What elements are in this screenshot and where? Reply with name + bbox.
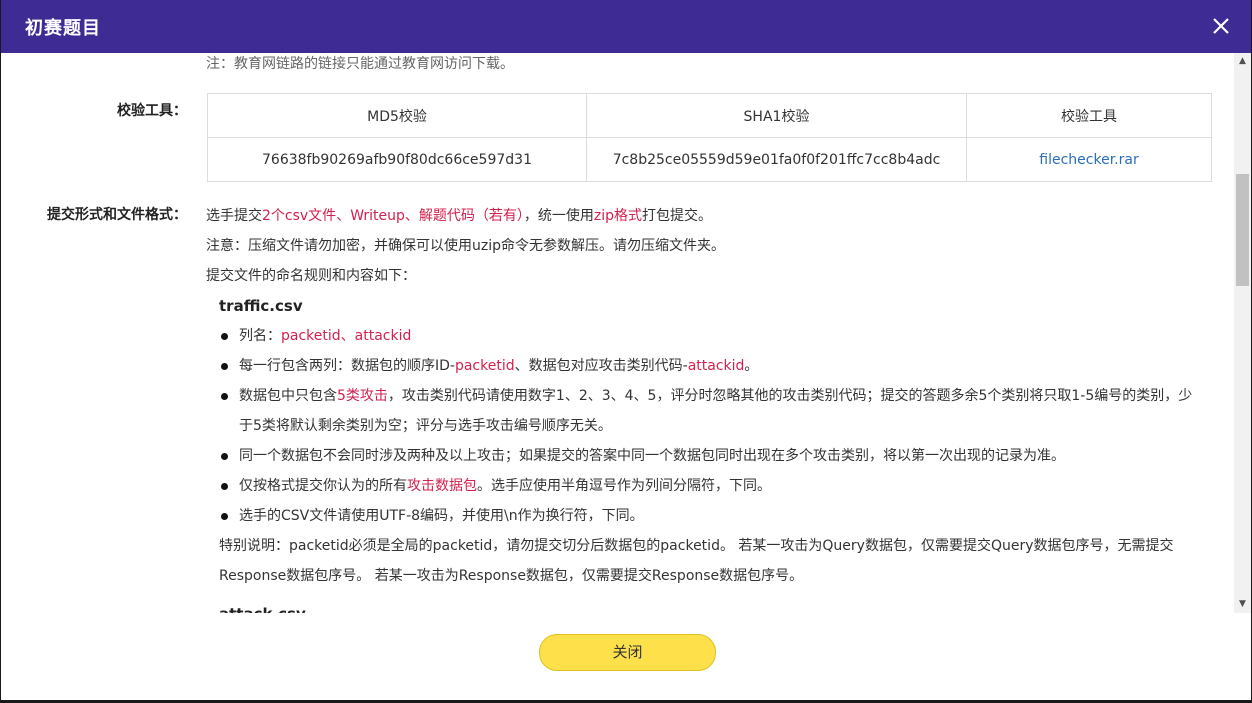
text: 仅按格式提交你认为的所有 xyxy=(239,478,407,494)
table-header-row: MD5校验 SHA1校验 校验工具 xyxy=(207,93,1212,138)
close-button[interactable]: 关闭 xyxy=(539,634,716,671)
text: 列名： xyxy=(239,328,281,344)
text: 打包提交。 xyxy=(642,208,713,224)
highlight-text: 解题代码（若有） xyxy=(418,208,524,224)
list-item: 每一行包含两列：数据包的顺序ID-packetid、数据包对应攻击类别代码-at… xyxy=(219,351,1196,381)
text: 。选手应使用半角逗号作为列间分隔符，下同。 xyxy=(477,478,771,494)
scroll-down-icon[interactable]: ▼ xyxy=(1234,596,1251,613)
list-item: 列名：packetid、attackid xyxy=(219,321,1196,351)
text: 选手提交 xyxy=(206,208,262,224)
filechecker-download-link[interactable]: filechecker.rar xyxy=(1039,152,1138,168)
text: 、数据包对应攻击类别代码- xyxy=(514,358,688,374)
vertical-scrollbar[interactable]: ▲ ▼ xyxy=(1234,53,1251,613)
submit-line-2: 注意：压缩文件请勿加密，并确保可以使用uzip命令无参数解压。请勿压缩文件夹。 xyxy=(206,238,725,254)
modal-body: 注：教育网链路的链接只能通过教育网访问下载。 校验工具： MD5校验 SHA1校… xyxy=(1,53,1234,613)
highlight-text: 2个csv文件 xyxy=(262,208,337,224)
md5-value: 76638fb90269afb90f80dc66ce597d31 xyxy=(207,137,587,182)
table-row: 76638fb90269afb90f80dc66ce597d31 7c8b25c… xyxy=(207,137,1212,182)
modal-title: 初赛题目 xyxy=(25,18,101,39)
text: 。 xyxy=(744,358,759,374)
modal-header: 初赛题目 xyxy=(1,0,1251,53)
submit-line-3: 提交文件的命名规则和内容如下： xyxy=(206,268,416,284)
file-name-traffic: traffic.csv xyxy=(219,297,303,315)
list-item: 数据包中只包含5类攻击，攻击类别代码请使用数字1、2、3、4、5，评分时忽略其他… xyxy=(219,381,1196,441)
list-item: 选手的CSV文件请使用UTF-8编码，并使用\n作为换行符，下同。 xyxy=(219,501,1196,531)
highlight-text: attackid xyxy=(354,328,412,344)
column-header-sha1: SHA1校验 xyxy=(586,93,967,138)
list-item: 同一个数据包不会同时涉及两种及以上攻击；如果提交的答案中同一个数据包同时出现在多… xyxy=(219,441,1196,471)
scrollbar-thumb[interactable] xyxy=(1236,174,1249,286)
text: ，统一使用 xyxy=(523,208,594,224)
column-header-tool: 校验工具 xyxy=(966,93,1212,138)
modal-footer: 关闭 xyxy=(1,613,1251,700)
highlight-text: zip格式 xyxy=(593,208,643,224)
highlight-text: packetid xyxy=(454,358,515,374)
submit-label: 提交形式和文件格式： xyxy=(47,207,187,223)
verify-table: MD5校验 SHA1校验 校验工具 76638fb90269afb90f80dc… xyxy=(207,93,1212,182)
text: 、 xyxy=(336,208,351,224)
column-header-md5: MD5校验 xyxy=(207,93,587,138)
highlight-text: 攻击数据包 xyxy=(407,478,477,494)
highlight-text: attackid xyxy=(687,358,745,374)
verify-label: 校验工具： xyxy=(117,103,187,119)
file-name-attack: attack.csv xyxy=(219,599,1196,613)
highlight-text: 5类攻击 xyxy=(337,388,388,404)
special-note: 特别说明：packetid必须是全局的packetid，请勿提交切分后数据包的p… xyxy=(219,538,1174,584)
text: 每一行包含两列：数据包的顺序ID- xyxy=(239,358,455,374)
highlight-text: packetid xyxy=(281,328,341,344)
scroll-up-icon[interactable]: ▲ xyxy=(1234,53,1251,70)
network-note: 注：教育网链路的链接只能通过教育网访问下载。 xyxy=(206,56,514,72)
list-item: 仅按格式提交你认为的所有攻击数据包。选手应使用半角逗号作为列间分隔符，下同。 xyxy=(219,471,1196,501)
text: 数据包中只包含 xyxy=(239,388,337,404)
text: 、 xyxy=(340,328,355,344)
submit-line-1: 选手提交2个csv文件、Writeup、解题代码（若有），统一使用zip格式打包… xyxy=(206,201,1196,231)
highlight-text: Writeup xyxy=(350,208,405,224)
modal-dialog: 初赛题目 注：教育网链路的链接只能通过教育网访问下载。 校验工具： MD5校验 … xyxy=(1,0,1251,700)
text: 、 xyxy=(404,208,419,224)
submit-section: 选手提交2个csv文件、Writeup、解题代码（若有），统一使用zip格式打包… xyxy=(206,201,1196,613)
sha1-value: 7c8b25ce05559d59e01fa0f0f201ffc7cc8b4adc xyxy=(586,137,967,182)
filechecker-cell: filechecker.rar xyxy=(966,137,1212,182)
close-icon[interactable] xyxy=(1211,16,1231,36)
